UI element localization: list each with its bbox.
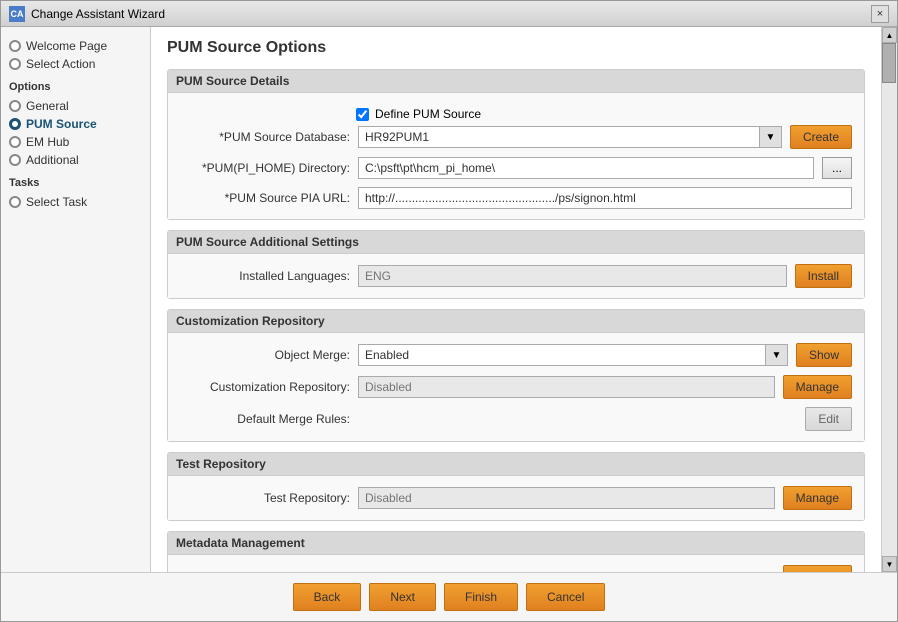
- custom-repo-label: Customization Repository:: [180, 380, 350, 394]
- radio-select-task: [9, 196, 21, 208]
- scrollbar[interactable]: ▲ ▼: [881, 27, 897, 572]
- database-select[interactable]: HR92PUM1: [358, 126, 760, 148]
- customization-repository-section: Customization Repository Object Merge: E…: [167, 309, 865, 442]
- pi-home-row: *PUM(PI_HOME) Directory: ...: [180, 157, 852, 179]
- sidebar-item-select-task[interactable]: Select Task: [9, 193, 142, 211]
- install-button[interactable]: Install: [795, 264, 852, 288]
- radio-general: [9, 100, 21, 112]
- pum-source-details-header: PUM Source Details: [168, 70, 864, 93]
- sidebar-label-pum-source: PUM Source: [26, 117, 97, 131]
- database-row: *PUM Source Database: HR92PUM1 ▼ Create: [180, 125, 852, 149]
- define-pum-source-checkbox[interactable]: [356, 108, 369, 121]
- migrate-row: Migrate Customer Data: Manage: [180, 565, 852, 572]
- customization-repository-body: Object Merge: Enabled Disabled ▼ Show Cu…: [168, 333, 864, 441]
- test-repo-row: Test Repository: Manage: [180, 486, 852, 510]
- next-button[interactable]: Next: [369, 583, 436, 611]
- custom-repo-input: [358, 376, 775, 398]
- sidebar-item-select-action[interactable]: Select Action: [9, 55, 142, 73]
- radio-additional: [9, 154, 21, 166]
- title-bar: CA Change Assistant Wizard ×: [1, 1, 897, 27]
- sidebar-label-em-hub: EM Hub: [26, 135, 69, 149]
- finish-button[interactable]: Finish: [444, 583, 518, 611]
- sidebar: Welcome Page Select Action Options Gener…: [1, 27, 151, 572]
- default-merge-row: Default Merge Rules: Edit: [180, 407, 852, 431]
- database-select-arrow[interactable]: ▼: [760, 126, 782, 148]
- test-repository-header: Test Repository: [168, 453, 864, 476]
- radio-em-hub: [9, 136, 21, 148]
- pi-home-input[interactable]: [358, 157, 814, 179]
- sidebar-label-welcome-page: Welcome Page: [26, 39, 107, 53]
- database-label: *PUM Source Database:: [180, 130, 350, 144]
- footer: Back Next Finish Cancel: [1, 572, 897, 621]
- radio-select-action: [9, 58, 21, 70]
- sidebar-item-em-hub[interactable]: EM Hub: [9, 133, 142, 151]
- object-merge-select-arrow[interactable]: ▼: [766, 344, 788, 366]
- metadata-manage-button[interactable]: Manage: [783, 565, 852, 572]
- radio-welcome-page: [9, 40, 21, 52]
- close-button[interactable]: ×: [871, 5, 889, 23]
- metadata-management-header: Metadata Management: [168, 532, 864, 555]
- tasks-section-label: Tasks: [9, 177, 142, 189]
- options-section-label: Options: [9, 81, 142, 93]
- title-bar-text: Change Assistant Wizard: [31, 7, 865, 21]
- radio-pum-source: [9, 118, 21, 130]
- edit-button[interactable]: Edit: [805, 407, 852, 431]
- main-window: CA Change Assistant Wizard × Welcome Pag…: [0, 0, 898, 622]
- sidebar-item-welcome-page[interactable]: Welcome Page: [9, 37, 142, 55]
- define-pum-source-row: Define PUM Source: [180, 103, 852, 125]
- content-area: PUM Source Options PUM Source Details De…: [151, 27, 881, 572]
- pi-home-browse-button[interactable]: ...: [822, 157, 852, 179]
- pum-source-details-body: Define PUM Source *PUM Source Database: …: [168, 93, 864, 219]
- database-select-wrapper: HR92PUM1 ▼: [358, 126, 782, 148]
- object-merge-select-wrapper: Enabled Disabled ▼: [358, 344, 788, 366]
- sidebar-label-select-task: Select Task: [26, 195, 87, 209]
- scroll-thumb[interactable]: [882, 43, 896, 83]
- custom-repo-row: Customization Repository: Manage: [180, 375, 852, 399]
- page-title: PUM Source Options: [167, 39, 865, 57]
- metadata-management-body: Migrate Customer Data: Manage: [168, 555, 864, 572]
- test-repo-manage-button[interactable]: Manage: [783, 486, 852, 510]
- app-icon: CA: [9, 6, 25, 22]
- main-content: Welcome Page Select Action Options Gener…: [1, 27, 897, 572]
- sidebar-item-general[interactable]: General: [9, 97, 142, 115]
- sidebar-item-pum-source[interactable]: PUM Source: [9, 115, 142, 133]
- scroll-down-button[interactable]: ▼: [882, 556, 897, 572]
- custom-repo-manage-button[interactable]: Manage: [783, 375, 852, 399]
- test-repository-section: Test Repository Test Repository: Manage: [167, 452, 865, 521]
- sidebar-label-general: General: [26, 99, 69, 113]
- languages-label: Installed Languages:: [180, 269, 350, 283]
- scroll-track: [882, 43, 897, 556]
- cancel-button[interactable]: Cancel: [526, 583, 605, 611]
- pi-home-label: *PUM(PI_HOME) Directory:: [180, 161, 350, 175]
- languages-row: Installed Languages: Install: [180, 264, 852, 288]
- object-merge-label: Object Merge:: [180, 348, 350, 362]
- object-merge-select[interactable]: Enabled Disabled: [358, 344, 766, 366]
- pum-source-additional-header: PUM Source Additional Settings: [168, 231, 864, 254]
- test-repo-label: Test Repository:: [180, 491, 350, 505]
- default-merge-label: Default Merge Rules:: [180, 412, 350, 426]
- define-pum-source-label: Define PUM Source: [375, 107, 481, 121]
- test-repo-input: [358, 487, 775, 509]
- object-merge-row: Object Merge: Enabled Disabled ▼ Show: [180, 343, 852, 367]
- scroll-up-button[interactable]: ▲: [882, 27, 897, 43]
- back-button[interactable]: Back: [293, 583, 362, 611]
- pia-url-input[interactable]: [358, 187, 852, 209]
- sidebar-item-additional[interactable]: Additional: [9, 151, 142, 169]
- sidebar-label-select-action: Select Action: [26, 57, 95, 71]
- pia-url-row: *PUM Source PIA URL:: [180, 187, 852, 209]
- languages-input: [358, 265, 787, 287]
- pum-source-additional-section: PUM Source Additional Settings Installed…: [167, 230, 865, 299]
- pum-source-details-section: PUM Source Details Define PUM Source *PU…: [167, 69, 865, 220]
- test-repository-body: Test Repository: Manage: [168, 476, 864, 520]
- show-button[interactable]: Show: [796, 343, 852, 367]
- metadata-management-section: Metadata Management Migrate Customer Dat…: [167, 531, 865, 572]
- pia-url-label: *PUM Source PIA URL:: [180, 191, 350, 205]
- pum-source-additional-body: Installed Languages: Install: [168, 254, 864, 298]
- customization-repository-header: Customization Repository: [168, 310, 864, 333]
- create-button[interactable]: Create: [790, 125, 852, 149]
- sidebar-label-additional: Additional: [26, 153, 79, 167]
